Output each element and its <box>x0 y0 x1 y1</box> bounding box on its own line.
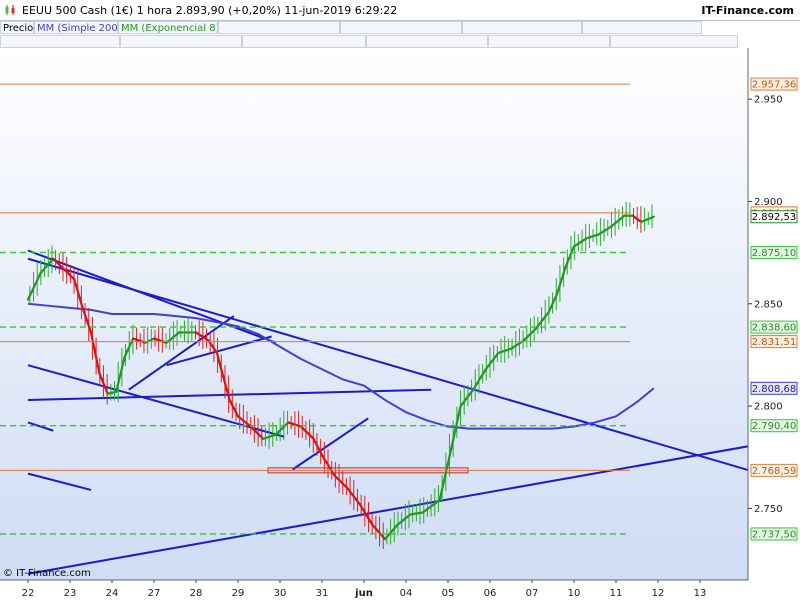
legend-slot[interactable] <box>218 21 340 34</box>
x-tick-label: 23 <box>64 588 77 599</box>
legend-slot[interactable] <box>582 21 702 34</box>
legend-slot[interactable] <box>340 21 462 34</box>
chart-header: EEUU 500 Cash (1€) 1 hora 2.893,90 (+0,2… <box>0 0 800 21</box>
x-tick-label: 04 <box>400 588 413 599</box>
x-tick-label: 11 <box>610 588 623 599</box>
y-tick-label: 2.800 <box>754 402 783 413</box>
copyright: © IT-Finance.com <box>3 568 91 579</box>
price-chart[interactable]: 2.957,362.894,432.892,532.875,102.838,60… <box>0 0 800 600</box>
y-tick-label: 2.900 <box>754 197 783 208</box>
x-tick-label: 24 <box>106 588 119 599</box>
x-tick-label: 27 <box>148 588 161 599</box>
x-tick-label: 07 <box>526 588 539 599</box>
candlestick-icon <box>5 5 15 15</box>
price-level-label: 2.957,36 <box>752 80 797 91</box>
source-label: IT-Finance.com <box>701 4 794 17</box>
chart-title: EEUU 500 Cash (1€) 1 hora 2.893,90 (+0,2… <box>22 4 398 17</box>
legend-ema[interactable]: MM (Exponencial 8) <box>118 21 218 34</box>
x-tick-label: 29 <box>232 588 245 599</box>
legend-slot[interactable] <box>462 21 582 34</box>
legend-price[interactable]: Precio <box>0 21 34 34</box>
legend-slot[interactable] <box>0 35 120 48</box>
x-tick-label: 31 <box>316 588 329 599</box>
legend-slot[interactable] <box>610 35 738 48</box>
price-level-label: 2.808,68 <box>752 384 797 395</box>
x-tick-label: 12 <box>652 588 665 599</box>
price-level-label: 2.875,10 <box>752 248 797 259</box>
x-tick-label: 13 <box>694 588 707 599</box>
x-tick-label: 28 <box>190 588 203 599</box>
y-tick-label: 2.850 <box>754 299 783 310</box>
y-tick-label: 2.950 <box>754 95 783 106</box>
legend-slot[interactable] <box>120 35 242 48</box>
price-level-label: 2.768,59 <box>752 466 797 477</box>
price-level-label: 2.737,50 <box>752 529 797 540</box>
legend-slot[interactable] <box>366 35 488 48</box>
price-level-label: 2.831,51 <box>752 337 797 348</box>
legend-sma[interactable]: MM (Simple 200) <box>34 21 118 34</box>
legend-slot[interactable] <box>488 35 610 48</box>
legend-slot[interactable] <box>242 35 366 48</box>
x-tick-label: 10 <box>568 588 581 599</box>
x-tick-label: 22 <box>22 588 35 599</box>
x-tick-label: 30 <box>274 588 287 599</box>
x-tick-label: jun <box>354 588 373 599</box>
indicator-legend: Precio MM (Simple 200) MM (Exponencial 8… <box>0 21 748 48</box>
price-level-label: 2.790,40 <box>752 421 797 432</box>
price-level-label: 2.838,60 <box>752 323 797 334</box>
price-level-label: 2.892,53 <box>752 212 797 223</box>
y-tick-label: 2.750 <box>754 504 783 515</box>
x-tick-label: 05 <box>442 588 455 599</box>
x-tick-label: 06 <box>484 588 497 599</box>
